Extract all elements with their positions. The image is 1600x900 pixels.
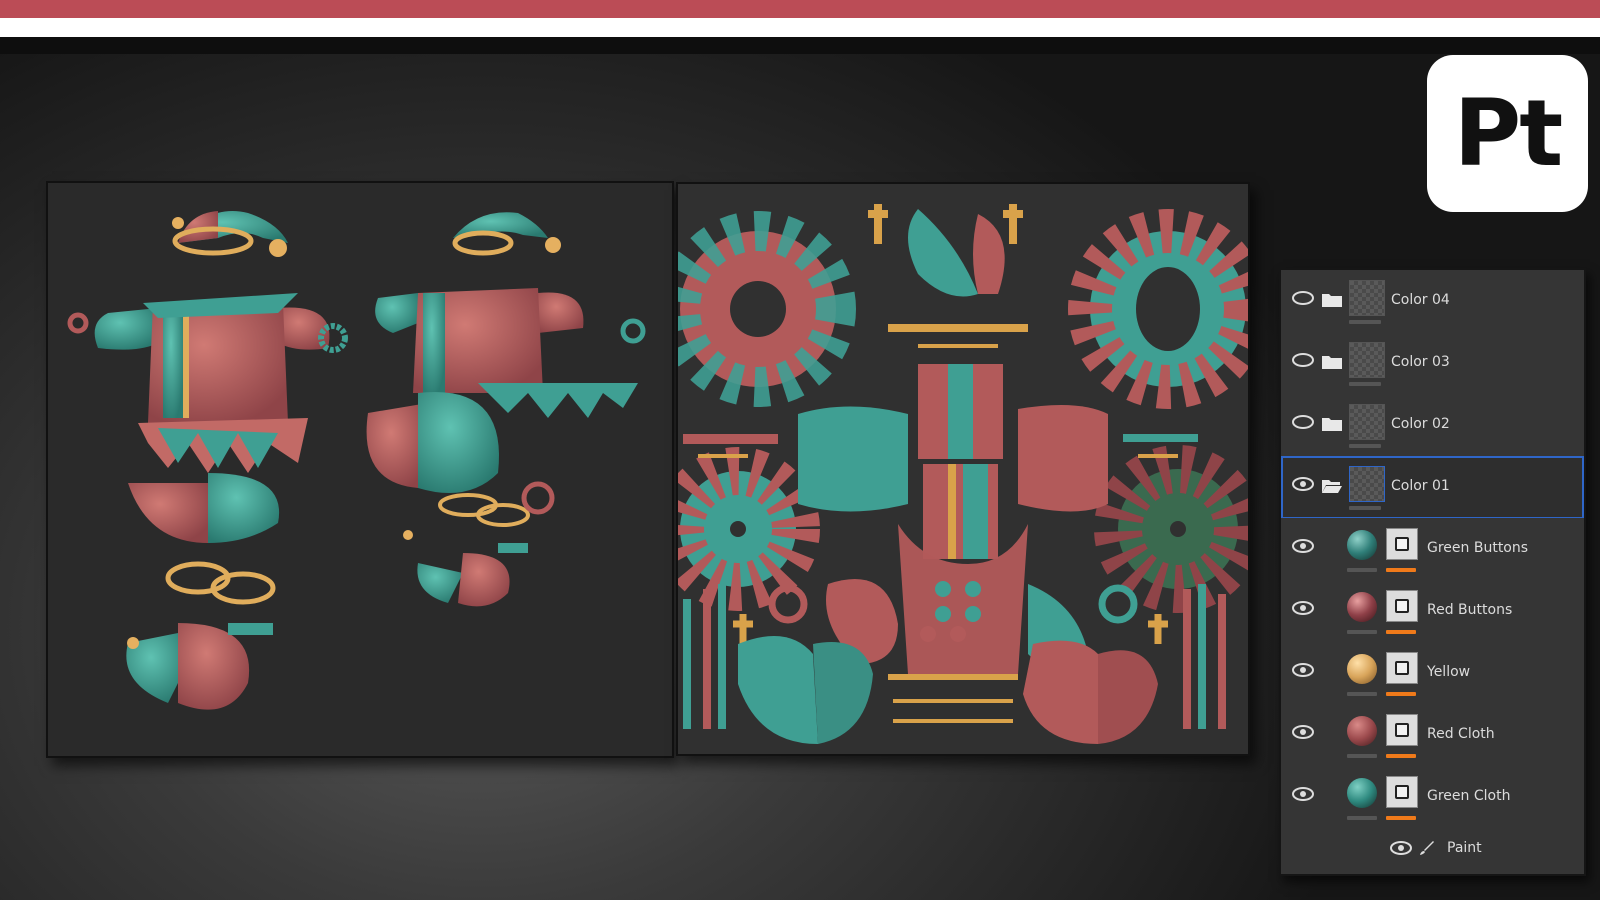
app-logo: Pt bbox=[1427, 55, 1588, 212]
layer-label: Green Cloth bbox=[1427, 788, 1511, 804]
front-figure bbox=[67, 211, 348, 710]
fill-layer-red-buttons[interactable]: Red Buttons bbox=[1281, 580, 1584, 643]
thumbnail-bar bbox=[1347, 630, 1377, 634]
layer-label: Paint bbox=[1447, 840, 1482, 856]
layer-thumbnail bbox=[1349, 342, 1385, 378]
layer-label: Yellow bbox=[1427, 664, 1471, 680]
visibility-eye-icon[interactable] bbox=[1291, 662, 1315, 678]
layer-group-color-04[interactable]: Color 04 bbox=[1281, 270, 1584, 333]
layer-label: Red Buttons bbox=[1427, 602, 1513, 618]
jester-costume-3d-render bbox=[67, 211, 646, 710]
folder-icon bbox=[1322, 356, 1342, 369]
mask-bar bbox=[1386, 816, 1416, 820]
folder-icon bbox=[1322, 294, 1342, 307]
layer-label: Color 03 bbox=[1391, 354, 1450, 370]
layer-label: Color 01 bbox=[1391, 478, 1450, 494]
thumbnail-bar bbox=[1349, 382, 1381, 386]
layers-panel: Color 04 Color 03 Color 02 Color 01 Gree… bbox=[1279, 268, 1586, 876]
paint-sublayer[interactable]: Paint bbox=[1281, 828, 1584, 874]
layer-thumbnail bbox=[1349, 404, 1385, 440]
logo-text: Pt bbox=[1453, 79, 1563, 187]
fill-layer-green-cloth[interactable]: Green Cloth bbox=[1281, 766, 1584, 829]
white-band bbox=[0, 18, 1600, 37]
thumbnail-bar bbox=[1347, 816, 1377, 820]
layer-thumbnail bbox=[1349, 466, 1385, 502]
thumbnail-bar bbox=[1347, 692, 1377, 696]
material-ball bbox=[1347, 716, 1377, 746]
mask-bar bbox=[1386, 754, 1416, 758]
layer-label: Green Buttons bbox=[1427, 540, 1529, 556]
mask-thumbnail bbox=[1386, 528, 1418, 560]
ruffle-mid-left bbox=[678, 447, 820, 611]
mask-thumbnail bbox=[1386, 652, 1418, 684]
material-ball bbox=[1347, 592, 1377, 622]
layer-label: Color 04 bbox=[1391, 292, 1450, 308]
mask-thumbnail bbox=[1386, 776, 1418, 808]
material-ball bbox=[1347, 654, 1377, 684]
visibility-eye-icon[interactable] bbox=[1291, 786, 1315, 802]
uv-texture-layout bbox=[678, 204, 1248, 744]
top-accent-bar bbox=[0, 0, 1600, 18]
layer-label: Color 02 bbox=[1391, 416, 1450, 432]
ruffle-top-right bbox=[1068, 209, 1248, 409]
layer-group-color-03[interactable]: Color 03 bbox=[1281, 332, 1584, 395]
mask-thumbnail bbox=[1386, 714, 1418, 746]
thumbnail-bar bbox=[1347, 568, 1377, 572]
mask-bar bbox=[1386, 630, 1416, 634]
back-figure bbox=[366, 212, 646, 607]
thumbnail-bar bbox=[1349, 444, 1381, 448]
fill-layer-yellow[interactable]: Yellow bbox=[1281, 642, 1584, 705]
visibility-eye-icon[interactable] bbox=[1291, 290, 1315, 306]
thumbnail-bar bbox=[1349, 506, 1381, 510]
thumbnail-bar bbox=[1349, 320, 1381, 324]
layer-thumbnail bbox=[1349, 280, 1385, 316]
brush-icon bbox=[1420, 841, 1434, 855]
fill-layer-red-cloth[interactable]: Red Cloth bbox=[1281, 704, 1584, 767]
folder-icon bbox=[1322, 418, 1342, 431]
visibility-eye-icon[interactable] bbox=[1291, 414, 1315, 430]
layer-group-color-02[interactable]: Color 02 bbox=[1281, 394, 1584, 457]
visibility-eye-icon[interactable] bbox=[1389, 840, 1413, 856]
mask-bar bbox=[1386, 692, 1416, 696]
fill-layer-green-buttons[interactable]: Green Buttons bbox=[1281, 518, 1584, 581]
viewport-3d[interactable] bbox=[46, 181, 674, 758]
visibility-eye-icon[interactable] bbox=[1291, 352, 1315, 368]
layer-label: Red Cloth bbox=[1427, 726, 1495, 742]
ruffle-top-left bbox=[678, 211, 856, 407]
black-band bbox=[0, 37, 1600, 54]
folder-open-icon bbox=[1322, 480, 1342, 493]
mask-bar bbox=[1386, 568, 1416, 572]
visibility-eye-icon[interactable] bbox=[1291, 600, 1315, 616]
visibility-eye-icon[interactable] bbox=[1291, 538, 1315, 554]
visibility-eye-icon[interactable] bbox=[1291, 476, 1315, 492]
layer-group-color-01[interactable]: Color 01 bbox=[1281, 456, 1584, 519]
material-ball bbox=[1347, 530, 1377, 560]
ruffle-mid-right bbox=[1094, 445, 1248, 613]
thumbnail-bar bbox=[1347, 754, 1377, 758]
visibility-eye-icon[interactable] bbox=[1291, 724, 1315, 740]
material-ball bbox=[1347, 778, 1377, 808]
mask-thumbnail bbox=[1386, 590, 1418, 622]
viewport-2d-uv[interactable] bbox=[676, 182, 1250, 756]
